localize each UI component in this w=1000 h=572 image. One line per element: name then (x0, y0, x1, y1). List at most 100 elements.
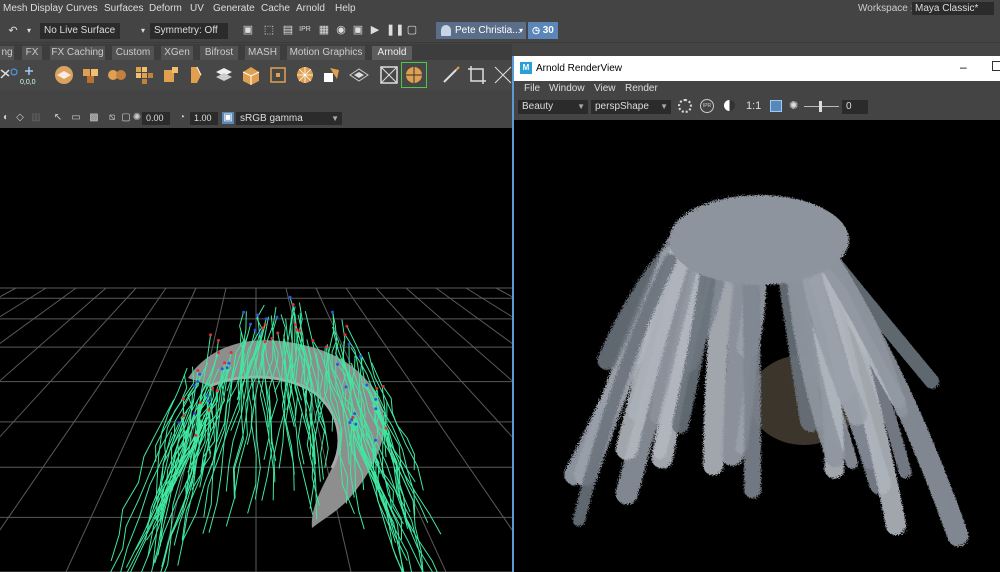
live-surface-field[interactable]: No Live Surface (40, 23, 120, 39)
minimize-icon[interactable]: – (960, 60, 967, 74)
menu-generate[interactable]: Generate (213, 3, 255, 14)
cv-marker (227, 361, 231, 365)
arnold-titlebar[interactable]: M Arnold RenderView – (514, 56, 1000, 81)
viewport-scene (0, 287, 512, 572)
render-icon[interactable] (678, 99, 692, 113)
workspace-select[interactable]: Maya Classic* (912, 2, 994, 15)
cv-marker (225, 366, 229, 370)
display-settings-icon[interactable] (724, 100, 735, 111)
ai-light-filter-icon[interactable] (267, 64, 289, 86)
pause-icon[interactable]: ❚❚ (386, 23, 404, 37)
ipr-icon[interactable]: IPR (298, 23, 312, 37)
cv-marker (270, 337, 274, 340)
menu-deform[interactable]: Deform (149, 3, 182, 14)
play-icon[interactable]: ▶ (368, 23, 382, 37)
render-sequence-icon[interactable]: ▤ (281, 23, 295, 37)
grid-line (0, 287, 107, 382)
crop-icon[interactable] (466, 64, 488, 86)
viewport-toolbar: ◐ ◇ ▥ ↖ ▭ ▩ ⧅ ▢ ✺ 0.00 ◔ 1.00 ▣ sRGB gam… (0, 110, 512, 128)
tab-custom[interactable]: Custom (112, 46, 154, 60)
arnold-menu-window[interactable]: Window (549, 83, 585, 94)
render-frame-icon[interactable]: ⬚ (262, 23, 276, 37)
ai-mesh-light-icon[interactable] (133, 64, 155, 86)
chevron-down-icon[interactable]: ▾ (22, 24, 36, 38)
arnold-menu-view[interactable]: View (594, 83, 616, 94)
region-render-icon[interactable] (770, 100, 782, 112)
tab-arnold[interactable]: Arnold (372, 46, 412, 60)
grid-line (405, 287, 512, 382)
exposure-icon[interactable]: ✺ (789, 99, 798, 112)
zoom-ratio[interactable]: 1:1 (746, 100, 761, 112)
menu-surfaces[interactable]: Surfaces (104, 3, 143, 14)
color-management-icon[interactable]: ▣ (222, 112, 234, 124)
ai-barndoor-icon[interactable] (321, 64, 343, 86)
menu-help[interactable]: Help (335, 3, 356, 14)
maximize-icon[interactable] (992, 61, 1000, 71)
safe-action-icon[interactable]: ⧅ (106, 112, 118, 124)
menu-arnold[interactable]: Arnold (296, 3, 325, 14)
arnold-render-icon[interactable]: ▣ (351, 23, 365, 37)
tab-fx[interactable]: FX (22, 46, 42, 60)
ai-gobo-icon[interactable] (294, 64, 316, 86)
ai-standin-icon[interactable] (53, 64, 75, 86)
user-account-button[interactable]: Pete Christia... ▾ (436, 22, 526, 39)
gamma-icon[interactable]: ◔ (176, 112, 188, 124)
tab-motion-graphics[interactable]: Motion Graphics (287, 46, 365, 60)
aov-select[interactable]: Beauty ▼ (518, 100, 588, 114)
menu-cache[interactable]: Cache (261, 3, 290, 14)
cv-marker (193, 384, 196, 388)
camera-select[interactable]: perspShape ▼ (591, 100, 671, 114)
arnold-menu-file[interactable]: File (524, 83, 540, 94)
cv-marker (209, 333, 212, 337)
grid-line (0, 287, 167, 531)
select-camera-icon[interactable]: ↖ (52, 112, 64, 124)
exposure-field[interactable]: 0.00 (142, 112, 170, 125)
user-name: Pete Christia... (455, 25, 521, 36)
symmetry-field[interactable]: Symmetry: Off (150, 23, 228, 39)
exposure-slider-handle[interactable] (819, 101, 822, 112)
arnold-ipr-icon[interactable] (403, 64, 425, 86)
ai-area-light-icon[interactable] (160, 64, 182, 86)
hypershade-icon[interactable]: ◉ (334, 23, 348, 37)
undo-icon[interactable]: ↶ (6, 24, 20, 38)
ai-light-decay-icon[interactable] (348, 64, 370, 86)
menu-uv[interactable]: UV (190, 3, 204, 14)
perspective-viewport[interactable] (0, 128, 512, 572)
move-tool-icon[interactable] (0, 64, 20, 86)
gamma-field[interactable]: 1.00 (190, 112, 218, 125)
hair-guide-curves[interactable] (108, 297, 442, 572)
bookmark-icon[interactable]: ◇ (14, 112, 26, 124)
notification-badge[interactable]: ◷ 30 (528, 22, 558, 39)
tab-bifrost[interactable]: Bifrost (200, 46, 238, 60)
menu-mesh-display[interactable]: Mesh Display (3, 3, 63, 14)
locator-icon[interactable]: 0,0,0 (18, 64, 40, 86)
render-settings-icon[interactable]: ▦ (317, 23, 331, 37)
ai-light-portal-icon[interactable] (240, 64, 262, 86)
tab-mash[interactable]: MASH (245, 46, 280, 60)
cv-marker (375, 387, 379, 390)
ai-photometric-light-icon[interactable] (213, 64, 235, 86)
render-image[interactable] (514, 120, 1000, 572)
resolution-gate-icon[interactable]: ▭ (70, 112, 82, 124)
zoom-fit-icon[interactable] (492, 64, 514, 86)
ai-sky-dome-icon[interactable] (186, 64, 208, 86)
flush-icon[interactable]: ▢ (405, 23, 419, 37)
grid-icon[interactable]: ▥ (30, 112, 42, 124)
field-chart-icon[interactable]: ▩ (88, 112, 100, 124)
render-view-icon[interactable] (378, 64, 400, 86)
cv-marker (220, 367, 224, 371)
tab-xgen[interactable]: XGen (161, 46, 193, 60)
exposure-value-field[interactable]: 0 (842, 100, 868, 114)
ipr-toggle-icon[interactable]: IPR (700, 99, 714, 113)
paint-brush-icon[interactable] (440, 64, 462, 86)
arnold-menu-render[interactable]: Render (625, 83, 658, 94)
render-icon[interactable]: ▣ (241, 23, 255, 37)
tab-fx-caching[interactable]: FX Caching (50, 46, 105, 60)
ai-volume-icon[interactable] (80, 64, 102, 86)
menu-curves[interactable]: Curves (66, 3, 98, 14)
colorspace-select[interactable]: sRGB gamma ▼ (236, 112, 342, 125)
camera-attributes-icon[interactable]: ◐ (0, 112, 12, 124)
ai-physical-sky-icon[interactable] (106, 64, 128, 86)
chevron-down-icon[interactable]: ▾ (136, 24, 150, 38)
tab-rendering[interactable]: ng (0, 46, 14, 60)
